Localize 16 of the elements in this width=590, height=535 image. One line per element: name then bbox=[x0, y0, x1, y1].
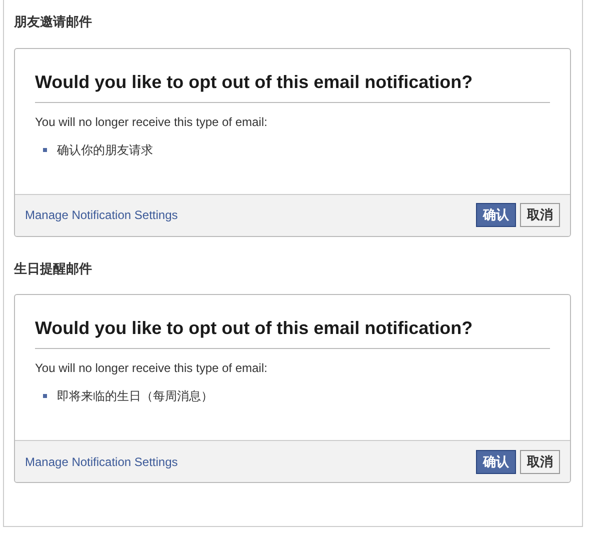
dialog-message: You will no longer receive this type of email: bbox=[35, 360, 268, 377]
confirm-button[interactable]: 确认 bbox=[476, 203, 516, 227]
section-heading: 朋友邀请邮件 bbox=[14, 13, 93, 31]
section-heading: 生日提醒邮件 bbox=[14, 260, 93, 278]
dialog-title: Would you like to opt out of this email notification? bbox=[35, 315, 550, 349]
settings-link[interactable]: Manage Notification Settings bbox=[25, 452, 178, 470]
list-item: 即将来临的生日（每周消息） bbox=[57, 388, 213, 405]
cancel-button[interactable]: 取消 bbox=[520, 203, 560, 227]
confirm-button[interactable]: 确认 bbox=[476, 450, 516, 474]
dialog-message: You will no longer receive this type of email: bbox=[35, 114, 268, 130]
settings-link[interactable]: Manage Notification Settings bbox=[25, 206, 178, 224]
dialog-title: Would you like to opt out of this email notification? bbox=[35, 68, 550, 102]
cancel-button[interactable]: 取消 bbox=[520, 450, 560, 474]
bullet-icon bbox=[43, 394, 47, 398]
list-item: 确认你的朋友请求 bbox=[57, 142, 153, 158]
bullet-icon bbox=[43, 148, 47, 152]
